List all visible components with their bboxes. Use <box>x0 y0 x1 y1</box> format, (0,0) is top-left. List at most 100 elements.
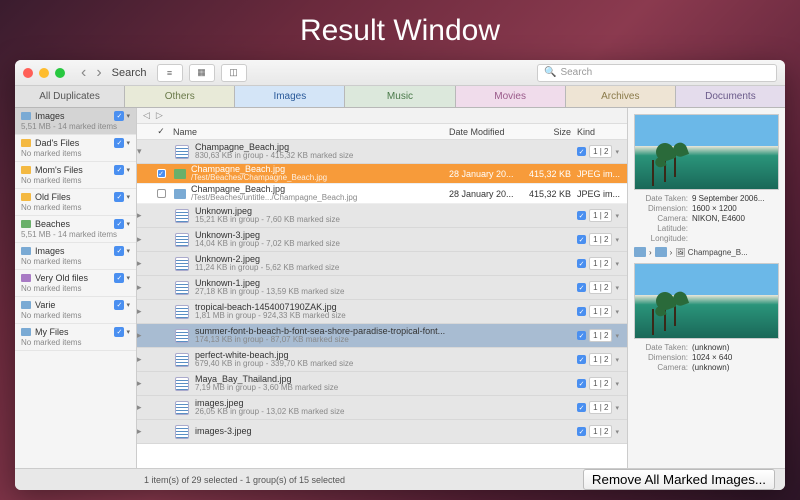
chevron-down-icon[interactable]: ▾ <box>126 328 130 336</box>
expand-icon[interactable]: ▷ <box>156 110 163 121</box>
row-checkbox[interactable]: ✓ <box>157 169 166 178</box>
group-checkbox[interactable]: ✓ <box>577 283 586 292</box>
header-size[interactable]: Size <box>527 127 577 137</box>
tab-music[interactable]: Music <box>345 86 455 107</box>
chevron-down-icon[interactable]: ▾ <box>615 284 619 292</box>
chevron-down-icon[interactable]: ▾ <box>126 274 130 282</box>
group-row[interactable]: ▸tropical-beach-1454007190ZAK.jpg1,81 MB… <box>137 300 627 324</box>
group-checkbox[interactable]: ✓ <box>577 331 586 340</box>
sidebar-item[interactable]: Very Old files✓▾No marked items <box>15 270 136 297</box>
group-row[interactable]: ▸Unknown.jpeg15,21 KB in group - 7,60 KB… <box>137 204 627 228</box>
group-row[interactable]: ▸Unknown-1.jpeg27,18 KB in group - 13,59… <box>137 276 627 300</box>
tab-documents[interactable]: Documents <box>676 86 785 107</box>
chevron-down-icon[interactable]: ▾ <box>126 166 130 174</box>
collapse-icon[interactable]: ◁ <box>143 110 150 121</box>
chevron-down-icon[interactable]: ▾ <box>126 247 130 255</box>
disclosure-triangle-icon[interactable]: ▸ <box>137 210 151 221</box>
minimize-icon[interactable] <box>39 68 49 78</box>
header-check[interactable]: ✓ <box>151 126 171 137</box>
chevron-down-icon[interactable]: ▾ <box>126 112 130 120</box>
group-checkbox[interactable]: ✓ <box>577 379 586 388</box>
group-checkbox[interactable]: ✓ <box>577 211 586 220</box>
preview-thumbnail[interactable] <box>634 263 779 339</box>
row-checkbox[interactable] <box>157 189 166 198</box>
zoom-icon[interactable] <box>55 68 65 78</box>
sidebar-item[interactable]: Mom's Files✓▾No marked items <box>15 162 136 189</box>
group-row[interactable]: ▸images-3.jpeg✓1 | 2▾ <box>137 420 627 444</box>
check-badge-icon[interactable]: ✓ <box>114 192 124 202</box>
close-icon[interactable] <box>23 68 33 78</box>
disclosure-triangle-icon[interactable]: ▸ <box>137 378 151 389</box>
check-badge-icon[interactable]: ✓ <box>114 219 124 229</box>
sidebar-item[interactable]: My Files✓▾No marked items <box>15 324 136 351</box>
chevron-down-icon[interactable]: ▾ <box>615 356 619 364</box>
tab-images[interactable]: Images <box>235 86 345 107</box>
chevron-down-icon[interactable]: ▾ <box>126 301 130 309</box>
check-badge-icon[interactable]: ✓ <box>114 327 124 337</box>
chevron-down-icon[interactable]: ▾ <box>615 148 619 156</box>
check-badge-icon[interactable]: ✓ <box>114 300 124 310</box>
sidebar-item[interactable]: Beaches✓▾5,51 MB - 14 marked items <box>15 216 136 243</box>
group-checkbox[interactable]: ✓ <box>577 427 586 436</box>
sidebar-item[interactable]: Images✓▾No marked items <box>15 243 136 270</box>
chevron-down-icon[interactable]: ▾ <box>126 139 130 147</box>
disclosure-triangle-icon[interactable]: ▸ <box>137 282 151 293</box>
disclosure-triangle-icon[interactable]: ▸ <box>137 330 151 341</box>
search-input[interactable]: 🔍 Search <box>537 64 777 82</box>
chevron-down-icon[interactable]: ▾ <box>126 193 130 201</box>
sidebar-item[interactable]: Old Files✓▾No marked items <box>15 189 136 216</box>
check-badge-icon[interactable]: ✓ <box>114 273 124 283</box>
grid-view-button[interactable]: ▦ <box>189 64 215 82</box>
chevron-down-icon[interactable]: ▾ <box>615 236 619 244</box>
chevron-down-icon[interactable]: ▾ <box>615 308 619 316</box>
chevron-down-icon[interactable]: ▾ <box>615 404 619 412</box>
nav-forward-button[interactable]: › <box>92 64 105 82</box>
sidebar-item[interactable]: Varie✓▾No marked items <box>15 297 136 324</box>
check-badge-icon[interactable]: ✓ <box>114 138 124 148</box>
check-badge-icon[interactable]: ✓ <box>114 246 124 256</box>
chevron-down-icon[interactable]: ▾ <box>615 428 619 436</box>
disclosure-triangle-icon[interactable]: ▸ <box>137 402 151 413</box>
disclosure-triangle-icon[interactable]: ▸ <box>137 426 151 437</box>
group-checkbox[interactable]: ✓ <box>577 307 586 316</box>
nav-back-button[interactable]: ‹ <box>77 64 90 82</box>
preview-thumbnail[interactable] <box>634 114 779 190</box>
group-row[interactable]: ▾Champagne_Beach.jpg830,63 KB in group -… <box>137 140 627 164</box>
sidebar-item[interactable]: Images✓▾5,51 MB - 14 marked items <box>15 108 136 135</box>
group-row[interactable]: ▸summer-font-b-beach-b-font-sea-shore-pa… <box>137 324 627 348</box>
chevron-down-icon[interactable]: ▾ <box>615 380 619 388</box>
header-date[interactable]: Date Modified <box>449 127 527 137</box>
tab-movies[interactable]: Movies <box>456 86 566 107</box>
breadcrumb[interactable]: ››🖼 Champagne_B... <box>634 247 779 257</box>
disclosure-triangle-icon[interactable]: ▸ <box>137 234 151 245</box>
disclosure-triangle-icon[interactable]: ▸ <box>137 306 151 317</box>
group-row[interactable]: ▸Unknown-2.jpeg11,24 KB in group - 5,62 … <box>137 252 627 276</box>
group-checkbox[interactable]: ✓ <box>577 355 586 364</box>
group-row[interactable]: ▸Maya_Bay_Thailand.jpg7,19 MB in group -… <box>137 372 627 396</box>
disclosure-triangle-icon[interactable]: ▸ <box>137 258 151 269</box>
chevron-down-icon[interactable]: ▾ <box>615 260 619 268</box>
group-checkbox[interactable]: ✓ <box>577 259 586 268</box>
chevron-down-icon[interactable]: ▾ <box>126 220 130 228</box>
check-badge-icon[interactable]: ✓ <box>114 165 124 175</box>
tab-all-duplicates[interactable]: All Duplicates <box>15 86 125 107</box>
tab-archives[interactable]: Archives <box>566 86 676 107</box>
group-checkbox[interactable]: ✓ <box>577 235 586 244</box>
column-view-button[interactable]: ◫ <box>221 64 247 82</box>
header-kind[interactable]: Kind <box>577 127 627 137</box>
group-row[interactable]: ▸perfect-white-beach.jpg679,40 KB in gro… <box>137 348 627 372</box>
group-checkbox[interactable]: ✓ <box>577 147 586 156</box>
header-name[interactable]: Name <box>171 127 449 137</box>
disclosure-triangle-icon[interactable]: ▸ <box>137 354 151 365</box>
group-row[interactable]: ▸Unknown-3.jpeg14,04 KB in group - 7,02 … <box>137 228 627 252</box>
chevron-down-icon[interactable]: ▾ <box>615 212 619 220</box>
list-view-button[interactable]: ≡ <box>157 64 183 82</box>
group-checkbox[interactable]: ✓ <box>577 403 586 412</box>
remove-marked-button[interactable]: Remove All Marked Images... <box>583 469 775 490</box>
disclosure-triangle-icon[interactable]: ▾ <box>137 146 151 157</box>
file-list[interactable]: ▾Champagne_Beach.jpg830,63 KB in group -… <box>137 140 627 468</box>
sidebar-item[interactable]: Dad's Files✓▾No marked items <box>15 135 136 162</box>
file-row[interactable]: ✓Champagne_Beach.jpg/Test/Beaches/Champa… <box>137 164 627 184</box>
chevron-down-icon[interactable]: ▾ <box>615 332 619 340</box>
group-row[interactable]: ▸images.jpeg26,05 KB in group - 13,02 KB… <box>137 396 627 420</box>
